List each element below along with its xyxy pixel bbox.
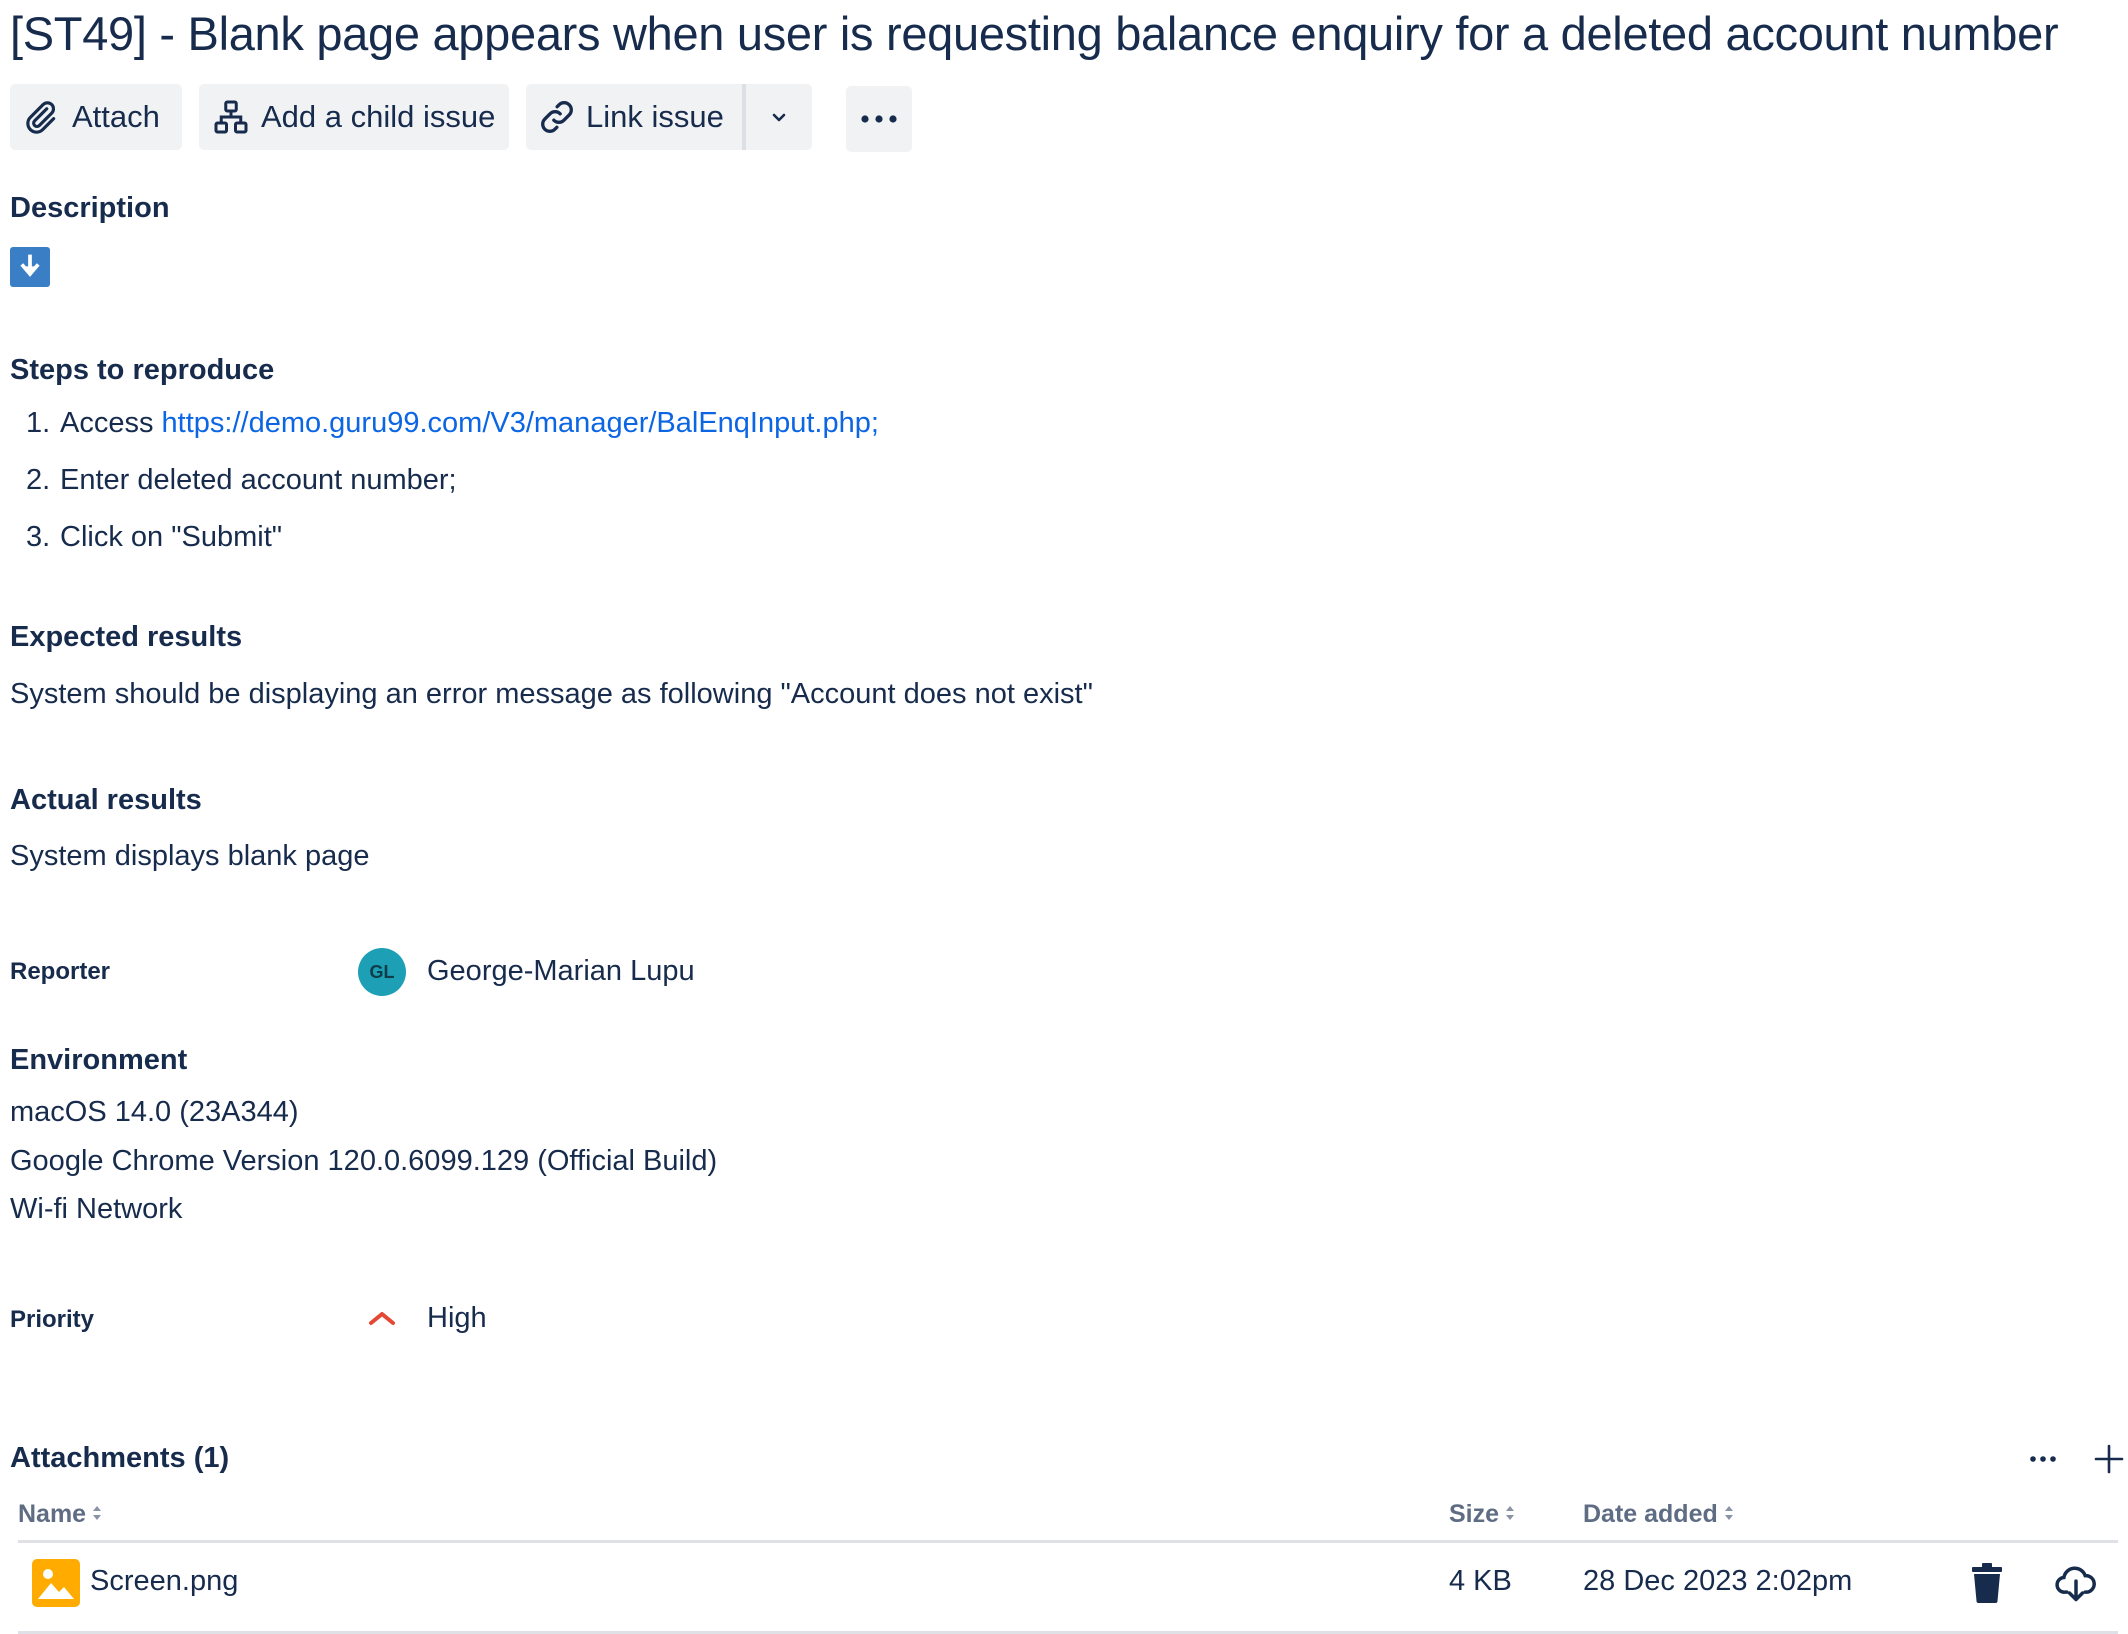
environment-line: Wi-fi Network — [10, 1193, 183, 1225]
attach-button[interactable]: Attach — [10, 84, 182, 150]
environment-line: macOS 14.0 (23A344) — [10, 1096, 299, 1128]
reporter-name[interactable]: George-Marian Lupu — [427, 955, 695, 988]
issue-title[interactable]: [ST49] - Blank page appears when user is… — [10, 6, 2059, 61]
expected-results-heading: Expected results — [10, 621, 243, 653]
priority-value[interactable]: High — [427, 1302, 487, 1335]
child-issue-icon — [213, 99, 249, 135]
step-number: 3. — [26, 521, 51, 553]
step-text: Access — [60, 407, 162, 439]
attachments-heading: Attachments (1) — [10, 1442, 230, 1474]
step-number: 2. — [26, 464, 51, 496]
list-item: 1. Access https://demo.guru99.com/V3/mana… — [26, 398, 879, 455]
avatar[interactable]: GL — [358, 948, 406, 996]
environment-heading: Environment — [10, 1044, 188, 1076]
step-text: Click on "Submit" — [60, 521, 283, 553]
paperclip-icon — [22, 99, 58, 135]
column-header-name[interactable]: Name — [18, 1500, 103, 1530]
priority-high-icon — [366, 1304, 398, 1332]
avatar-initials: GL — [369, 961, 395, 982]
attachment-file-name[interactable]: Screen.png — [90, 1565, 238, 1598]
add-child-issue-button[interactable]: Add a child issue — [199, 84, 509, 150]
priority-label: Priority — [10, 1306, 95, 1333]
steps-heading: Steps to reproduce — [10, 354, 275, 386]
actual-results-heading: Actual results — [10, 784, 202, 816]
sort-icon — [1504, 1501, 1516, 1530]
column-header-size[interactable]: Size — [1449, 1500, 1516, 1530]
download-icon[interactable] — [2054, 1561, 2098, 1610]
list-item: 2. Enter deleted account number; — [26, 455, 879, 512]
attach-label: Attach — [72, 99, 160, 134]
environment-line: Google Chrome Version 120.0.6099.129 (Of… — [10, 1145, 718, 1177]
reporter-label: Reporter — [10, 958, 111, 985]
column-header-label: Name — [18, 1500, 87, 1528]
column-header-date[interactable]: Date added — [1583, 1500, 1735, 1530]
link-icon — [538, 98, 576, 136]
list-item: 3. Click on "Submit" — [26, 512, 879, 569]
link-issue-button[interactable]: Link issue — [526, 84, 742, 150]
expected-results-text: System should be displaying an error mes… — [10, 678, 1093, 710]
add-attachment-icon[interactable] — [2092, 1442, 2126, 1481]
add-child-issue-label: Add a child issue — [261, 99, 496, 134]
link-issue-dropdown-button[interactable] — [746, 84, 812, 150]
step-text: Enter deleted account number; — [60, 464, 457, 496]
arrow-down-icon — [16, 253, 44, 281]
sort-icon — [91, 1501, 103, 1530]
steps-list: 1. Access https://demo.guru99.com/V3/mana… — [26, 398, 879, 569]
description-heading: Description — [10, 192, 170, 224]
link-issue-label: Link issue — [586, 99, 724, 134]
step-number: 1. — [26, 407, 51, 439]
actual-results-text: System displays blank page — [10, 840, 370, 872]
column-header-label: Date added — [1583, 1500, 1718, 1528]
more-actions-button[interactable] — [846, 86, 912, 152]
attachments-more-icon[interactable] — [2028, 1444, 2058, 1479]
chevron-down-icon — [767, 105, 791, 129]
attachment-date: 28 Dec 2023 2:02pm — [1583, 1565, 1853, 1597]
step-link[interactable]: https://demo.guru99.com/V3/manager/BalEn… — [162, 407, 879, 439]
attachment-size: 4 KB — [1449, 1565, 1512, 1597]
more-horizontal-icon — [859, 113, 899, 125]
table-row[interactable]: Screen.png 4 KB 28 Dec 2023 2:02pm — [18, 1543, 2118, 1631]
image-file-icon — [32, 1559, 80, 1607]
description-expand-toggle[interactable] — [10, 247, 50, 287]
sort-icon — [1723, 1501, 1735, 1530]
trash-icon[interactable] — [1970, 1563, 2004, 1608]
column-header-label: Size — [1449, 1500, 1500, 1528]
